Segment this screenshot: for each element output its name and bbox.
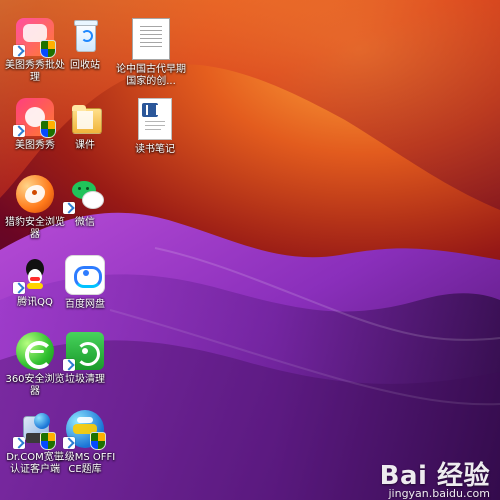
desktop-icon-wechat[interactable]: 微信 bbox=[54, 175, 116, 263]
desktop-icon-baidu-netdisk[interactable]: 百度网盘 bbox=[54, 255, 116, 343]
desktop-icon-office-question-bank[interactable]: 二级MS OFFICE题库 bbox=[54, 410, 116, 498]
document-icon bbox=[132, 18, 170, 60]
wechat-icon bbox=[63, 175, 104, 214]
desktop-icon-trash-cleanup[interactable]: 垃圾清理 bbox=[54, 332, 116, 420]
drcom-icon bbox=[13, 410, 56, 450]
desktop-icon-folder[interactable]: 课件 bbox=[54, 98, 116, 186]
desktop-icon-label: 二级MS OFFICE题库 bbox=[54, 452, 116, 475]
baidu-netdisk-icon bbox=[65, 255, 105, 295]
shortcut-arrow-icon bbox=[63, 202, 75, 214]
shortcut-arrow-icon bbox=[13, 437, 25, 449]
desktop-icon-label: 论中国古代早期国家的创... bbox=[116, 64, 186, 87]
desktop-icon-label: 回收站 bbox=[70, 60, 100, 71]
browser-360-icon bbox=[16, 332, 54, 370]
folder-icon bbox=[66, 98, 104, 136]
office-question-bank-icon bbox=[63, 410, 106, 450]
desktop-icon-label: 课件 bbox=[75, 140, 95, 151]
desktop-icon-label: 百度网盘 bbox=[65, 299, 105, 310]
desktop-icon-word-notes[interactable]: 读书笔记 bbox=[124, 98, 186, 186]
shortcut-arrow-icon bbox=[13, 45, 25, 57]
meitu-icon bbox=[13, 98, 56, 138]
desktop-icon-document[interactable]: 论中国古代早期国家的创... bbox=[114, 18, 188, 106]
desktop-icon-label: 微信 bbox=[75, 217, 95, 228]
qq-icon bbox=[13, 255, 54, 294]
shortcut-arrow-icon bbox=[63, 359, 75, 371]
admin-shield-icon bbox=[90, 432, 106, 450]
shortcut-arrow-icon bbox=[63, 437, 75, 449]
cheetah-browser-icon bbox=[16, 175, 54, 213]
recycle-bin-icon bbox=[66, 18, 104, 56]
shortcut-arrow-icon bbox=[13, 282, 25, 294]
desktop-icon-label: 读书笔记 bbox=[135, 144, 175, 155]
desktop-icon-recycle-bin[interactable]: 回收站 bbox=[54, 18, 116, 106]
desktop: 美图秀秀批处理 回收站 论中国古代早期国家的创... 美图秀秀 课件 读书笔记 … bbox=[0, 0, 500, 500]
meitu-batch-icon bbox=[13, 18, 56, 58]
trash-cleanup-icon bbox=[63, 332, 104, 371]
word-document-icon bbox=[138, 98, 172, 140]
desktop-icon-label: 垃圾清理 bbox=[65, 374, 105, 385]
shortcut-arrow-icon bbox=[13, 125, 25, 137]
watermark-url: jingyan.baidu.com bbox=[388, 487, 490, 500]
